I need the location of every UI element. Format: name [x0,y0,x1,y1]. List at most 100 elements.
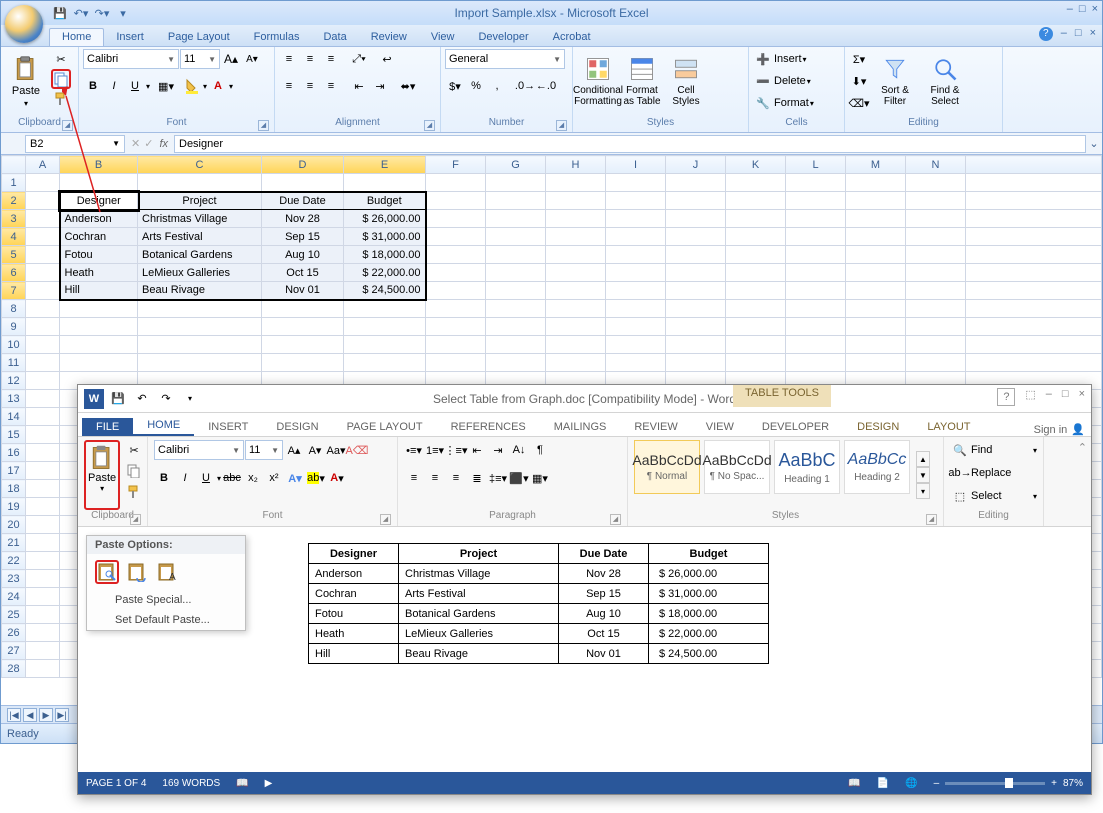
zoom-out-icon[interactable]: – [934,778,940,789]
cell[interactable]: $ 26,000.00 [649,564,769,584]
rowhead-21[interactable]: 21 [2,534,26,552]
colhead-e[interactable]: E [344,156,426,174]
cell[interactable] [546,264,606,282]
minimize-icon[interactable]: – [1046,388,1052,406]
cell[interactable] [344,318,426,336]
strikethrough-icon[interactable]: abc [222,468,242,488]
close-icon[interactable]: × [1092,3,1098,15]
number-format-combo[interactable]: General▼ [445,49,565,69]
increase-decimal-icon[interactable]: .0→ [515,76,535,96]
cell[interactable]: Beau Rivage [399,644,559,664]
name-box[interactable]: B2▼ [25,135,125,153]
cell[interactable]: Aug 10 [559,604,649,624]
cell[interactable] [546,246,606,264]
view-print-icon[interactable]: 📄 [877,778,889,789]
tab-acrobat[interactable]: Acrobat [541,29,603,46]
office-button[interactable] [5,5,43,43]
bold-button[interactable]: B [83,76,103,96]
delete-cells-icon[interactable]: ➖ [753,71,773,91]
tab-page-layout[interactable]: Page Layout [156,29,242,46]
fx-icon[interactable]: fx [159,138,168,150]
tab-insert[interactable]: INSERT [194,418,262,436]
cell[interactable] [906,300,966,318]
style-normal[interactable]: AaBbCcDd¶ Normal [634,440,700,494]
cell[interactable]: Designer [60,192,138,210]
cell[interactable] [726,300,786,318]
cell[interactable] [26,444,60,462]
cell[interactable] [486,228,546,246]
conditional-formatting-button[interactable]: Conditional Formatting [577,49,619,113]
cell[interactable] [26,534,60,552]
cell[interactable]: $ 22,000.00 [649,624,769,644]
cell[interactable]: Due Date [262,192,344,210]
cell[interactable] [486,282,546,300]
colhead-k[interactable]: K [726,156,786,174]
cell[interactable]: Arts Festival [138,228,262,246]
cell[interactable] [666,318,726,336]
alignment-dialog-launcher[interactable]: ◢ [424,120,435,131]
rowhead-13[interactable]: 13 [2,390,26,408]
cell[interactable] [26,300,60,318]
cell[interactable]: Sep 15 [262,228,344,246]
cell[interactable] [60,300,138,318]
zoom-in-icon[interactable]: + [1051,778,1057,789]
cell[interactable] [426,282,486,300]
percent-format-icon[interactable]: % [466,76,486,96]
cell[interactable]: $ 24,500.00 [649,644,769,664]
cell[interactable] [426,174,486,192]
table-row[interactable]: HeathLeMieux GalleriesOct 15$ 22,000.00 [309,624,769,644]
sign-in-link[interactable]: Sign in👤 [1034,423,1085,436]
cell[interactable] [666,174,726,192]
cell[interactable] [846,246,906,264]
cell[interactable] [344,300,426,318]
font-color-icon[interactable]: A [208,76,228,96]
cell[interactable]: Cochran [60,228,138,246]
cell[interactable] [26,318,60,336]
cell[interactable] [846,174,906,192]
cell[interactable] [426,318,486,336]
font-size-combo[interactable]: 11▼ [245,440,283,460]
cell[interactable] [262,336,344,354]
rowhead-14[interactable]: 14 [2,408,26,426]
cell[interactable] [26,354,60,372]
cell[interactable] [606,300,666,318]
paste-special-item[interactable]: Paste Special... [87,590,245,610]
sort-icon[interactable]: A↓ [509,440,529,460]
cell[interactable] [846,264,906,282]
cell[interactable] [60,354,138,372]
paste-button[interactable]: Paste ▾ [84,440,120,510]
rowhead-5[interactable]: 5 [2,246,26,264]
qat-undo-icon[interactable]: ↶▾ [72,4,90,22]
align-right-icon[interactable]: ≡ [321,76,341,96]
cell[interactable] [846,300,906,318]
cell[interactable]: Christmas Village [399,564,559,584]
colhead-a[interactable]: A [26,156,60,174]
align-left-icon[interactable]: ≡ [279,76,299,96]
align-left-icon[interactable]: ≡ [404,468,424,488]
tab-mailings[interactable]: MAILINGS [540,418,621,436]
status-page[interactable]: PAGE 1 OF 4 [86,778,146,789]
cell[interactable] [726,174,786,192]
tab-review[interactable]: Review [359,29,419,46]
macro-icon[interactable]: ▶ [265,778,273,789]
rowhead-18[interactable]: 18 [2,480,26,498]
cell[interactable] [606,174,666,192]
cell[interactable] [846,210,906,228]
cell[interactable] [666,336,726,354]
table-row[interactable]: HillBeau RivageNov 01$ 24,500.00 [309,644,769,664]
cell[interactable] [846,192,906,210]
cell[interactable] [26,588,60,606]
cell[interactable] [906,174,966,192]
expand-formula-icon[interactable]: ⌄ [1086,137,1102,150]
help-icon[interactable]: ? [997,388,1015,406]
cell[interactable] [666,210,726,228]
tab-file[interactable]: FILE [82,418,133,436]
style-heading1[interactable]: AaBbCHeading 1 [774,440,840,494]
cell[interactable] [846,282,906,300]
cell[interactable]: Nov 28 [262,210,344,228]
cell[interactable] [726,318,786,336]
cell[interactable] [786,228,846,246]
cell[interactable] [966,300,1102,318]
show-marks-icon[interactable]: ¶ [530,440,550,460]
cell[interactable] [486,264,546,282]
